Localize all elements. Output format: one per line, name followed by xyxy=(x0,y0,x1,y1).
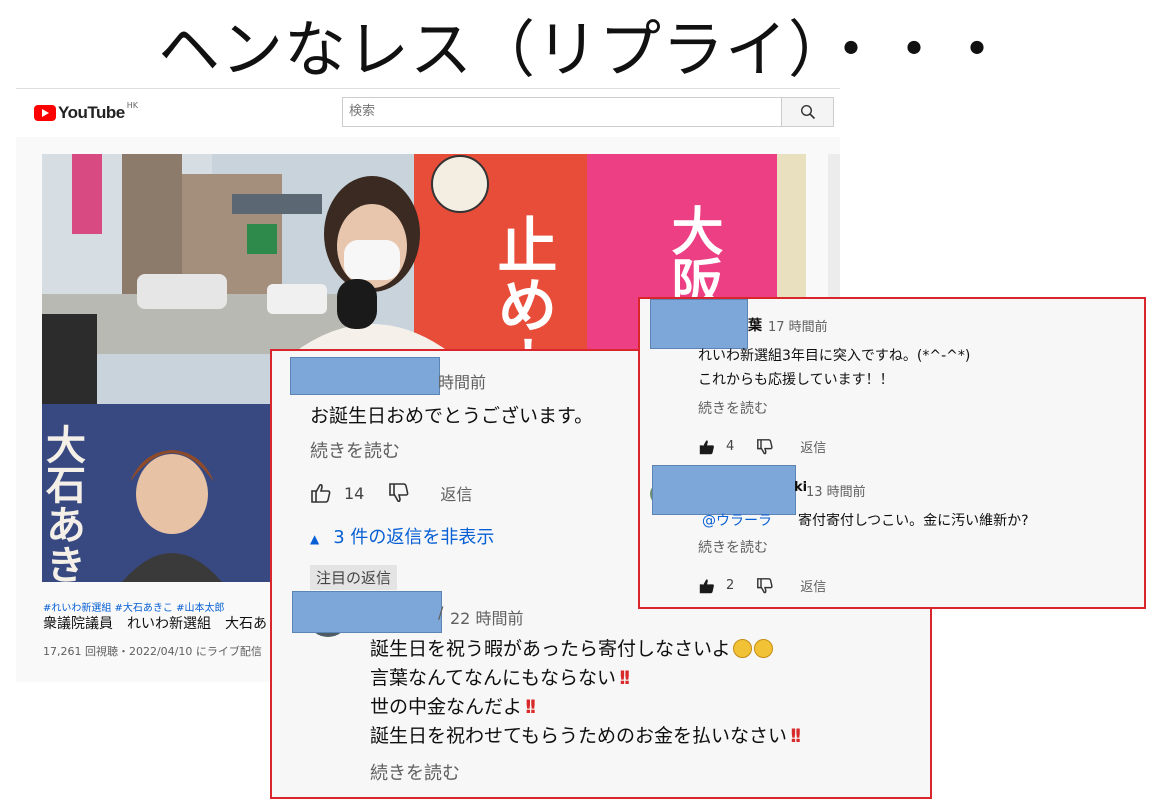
comment-a-line-2: これからも応援しています！！ xyxy=(698,372,894,388)
comment-b-mention-link[interactable]: @ウラーラ xyxy=(702,510,772,530)
comment-b-time: 13 時間前 xyxy=(806,485,866,500)
double-exclamation-icon: !! xyxy=(789,725,802,747)
double-exclamation-icon: !! xyxy=(618,667,631,689)
like-icon[interactable] xyxy=(698,578,716,594)
video-title: 衆議院議員 れいわ新選組 大石あ xyxy=(43,616,267,632)
search-box[interactable] xyxy=(342,97,782,127)
youtube-play-icon xyxy=(34,105,56,121)
comment-b-text: 寄付寄付しつこい。金に汚い維新か? xyxy=(798,513,1029,529)
hide-replies-label: 3 件の返信を非表示 xyxy=(333,527,495,548)
poster-text: 大石あき xyxy=(42,424,86,582)
youtube-logo[interactable]: YouTube HK xyxy=(34,100,138,123)
search-button[interactable] xyxy=(782,97,834,127)
comment-b-read-more[interactable]: 続きを読む xyxy=(698,537,768,557)
video-meta: 17,261 回視聴・2022/04/10 にライブ配信 xyxy=(43,645,262,658)
reply-time: 22 時間前 xyxy=(450,609,524,628)
comment-b-reply-button[interactable]: 返信 xyxy=(800,576,826,595)
comment-panel-2: 葉 17 時間前 れいわ新選組3年目に突入ですね。(*^-^*) これからも応援… xyxy=(638,297,1146,609)
reply-line-1: 誕生日を祝う暇があったら寄付しなさいよ xyxy=(370,638,731,660)
youtube-header: YouTube HK xyxy=(16,88,840,137)
reply-line-4: 誕生日を祝わせてもらうためのお金を払いなさい xyxy=(370,725,788,747)
search-icon xyxy=(800,104,815,120)
reply-line-2: 言葉なんてなんにもならない xyxy=(370,667,617,689)
reply-slash-mark: / xyxy=(438,603,444,622)
youtube-logo-text: YouTube xyxy=(58,103,125,122)
comment-text: お誕生日おめでとうございます。 xyxy=(310,405,594,427)
like-count: 14 xyxy=(344,483,365,503)
caret-up-icon: ▲ xyxy=(310,532,320,546)
comment-a-reply-button[interactable]: 返信 xyxy=(800,437,826,456)
comment-a-time: 17 時間前 xyxy=(768,320,828,335)
reply-button[interactable]: 返信 xyxy=(440,481,472,505)
dislike-icon[interactable] xyxy=(756,438,774,455)
comment-b-like-count: 2 xyxy=(726,578,735,593)
sad-face-emoji-icon xyxy=(732,639,752,658)
dislike-icon[interactable] xyxy=(756,577,774,594)
region-badge: HK xyxy=(126,100,138,110)
sad-face-emoji-icon xyxy=(753,639,773,658)
redacted-username-b xyxy=(652,465,796,515)
double-exclamation-icon: !! xyxy=(524,696,537,718)
comment-a-like-count: 4 xyxy=(726,439,735,454)
comment-a-name: 葉 xyxy=(748,318,762,334)
comment-a-read-more[interactable]: 続きを読む xyxy=(698,398,768,418)
reply-line-3: 世の中金なんだよ xyxy=(370,696,523,718)
like-icon[interactable] xyxy=(698,439,716,455)
comment-time: 時間前 xyxy=(438,373,487,392)
redacted-username xyxy=(290,357,440,395)
redacted-username-a xyxy=(650,299,748,349)
reply-read-more-link[interactable]: 続きを読む xyxy=(370,759,460,785)
dislike-icon[interactable] xyxy=(388,483,410,503)
read-more-link[interactable]: 続きを読む xyxy=(310,437,400,463)
video-tags[interactable]: #れいわ新選組 #大石あきこ #山本太郎 xyxy=(43,599,225,614)
search-input[interactable] xyxy=(343,98,775,124)
reply-body: 誕生日を祝う暇があったら寄付しなさいよ 言葉なんてなんにもならない!! 世の中金… xyxy=(370,635,803,751)
comment-a-line-1: れいわ新選組3年目に突入ですね。(*^-^*) xyxy=(698,348,971,364)
slide-title: ヘンなレス（リプライ）・・・ xyxy=(157,13,1009,86)
redacted-reply-username xyxy=(292,591,442,633)
featured-reply-badge: 注目の返信 xyxy=(310,565,398,590)
hide-replies-toggle[interactable]: ▲ 3 件の返信を非表示 xyxy=(310,523,494,549)
like-icon[interactable] xyxy=(310,483,332,503)
